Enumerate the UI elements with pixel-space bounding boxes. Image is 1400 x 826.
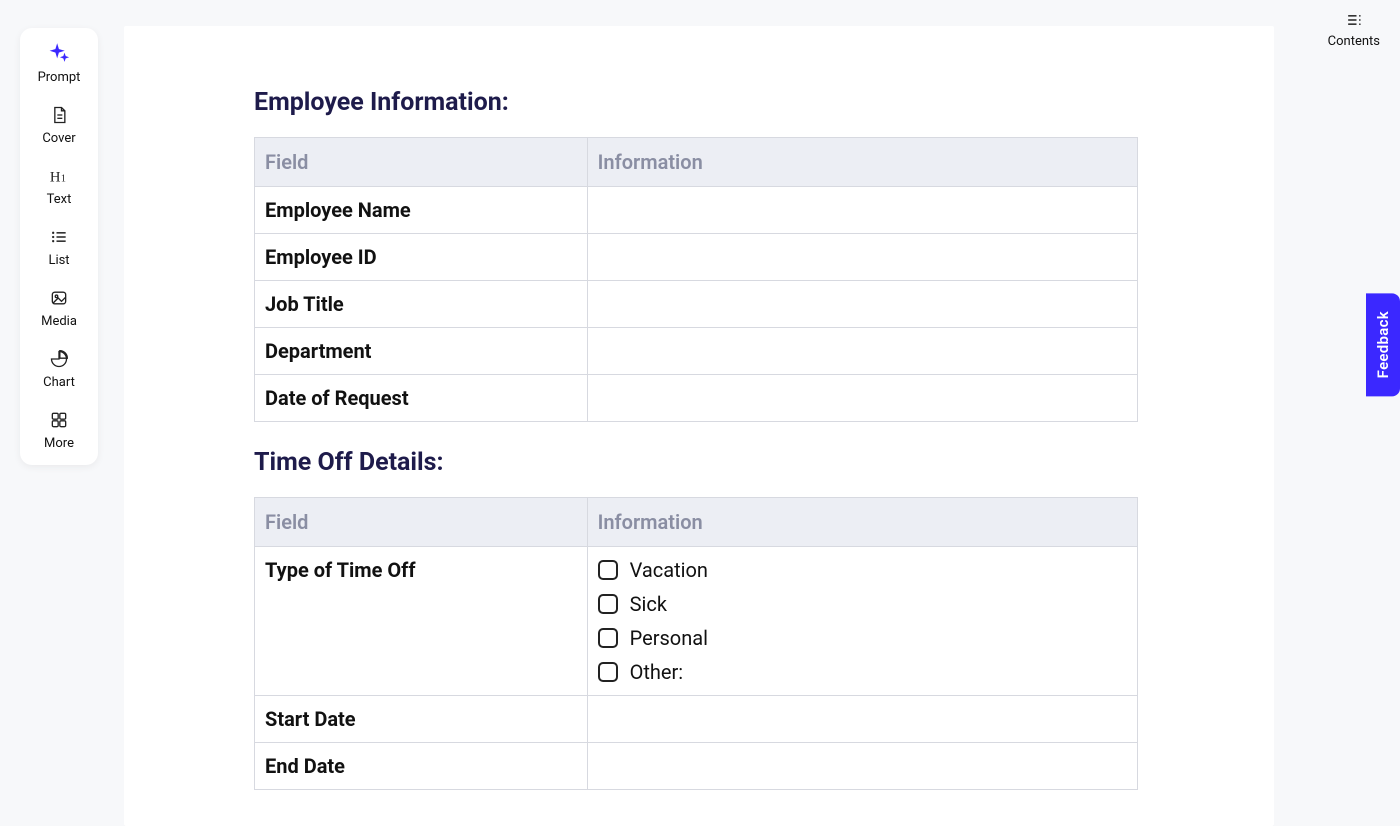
- table-header-field: Field: [255, 138, 588, 187]
- checkbox-label: Other:: [630, 660, 684, 684]
- piechart-icon: [47, 347, 71, 371]
- info-cell[interactable]: [587, 696, 1137, 743]
- table-header-information: Information: [587, 138, 1137, 187]
- table-row[interactable]: End Date: [255, 743, 1138, 790]
- info-cell[interactable]: [587, 328, 1137, 375]
- toolbar-item-text[interactable]: H 1 Text: [26, 164, 92, 207]
- toc-icon: [1342, 8, 1366, 32]
- table-row[interactable]: Department: [255, 328, 1138, 375]
- field-cell: Job Title: [255, 281, 588, 328]
- toolbar-label: Text: [47, 192, 72, 207]
- image-icon: [47, 286, 71, 310]
- checkbox-icon[interactable]: [598, 662, 618, 682]
- field-cell: Employee ID: [255, 234, 588, 281]
- checkbox-label: Sick: [630, 592, 667, 616]
- toolbar-label: Media: [41, 314, 77, 329]
- table-row[interactable]: Employee Name: [255, 187, 1138, 234]
- table-row[interactable]: Date of Request: [255, 375, 1138, 422]
- sparkle-icon: [47, 42, 71, 66]
- field-cell: Date of Request: [255, 375, 588, 422]
- field-cell: Start Date: [255, 696, 588, 743]
- table-header-information: Information: [587, 498, 1137, 547]
- checkbox-option[interactable]: Sick: [598, 592, 1127, 616]
- table-row[interactable]: Start Date: [255, 696, 1138, 743]
- info-cell[interactable]: [587, 375, 1137, 422]
- table-row[interactable]: Type of Time Off Vacation Sick Personal Othe…: [255, 547, 1138, 696]
- checkbox-option[interactable]: Other:: [598, 660, 1127, 684]
- toolbar-label: Chart: [43, 375, 75, 390]
- contents-button[interactable]: Contents: [1328, 8, 1380, 49]
- toolbar-label: More: [44, 436, 74, 451]
- info-cell[interactable]: [587, 234, 1137, 281]
- info-cell: Vacation Sick Personal Other:: [587, 547, 1137, 696]
- checkbox-option[interactable]: Vacation: [598, 558, 1127, 582]
- employee-info-table: Field Information Employee NameEmployee …: [254, 137, 1138, 422]
- grid-icon: [47, 408, 71, 432]
- heading-icon: H 1: [47, 164, 71, 188]
- checkbox-icon[interactable]: [598, 560, 618, 580]
- toolbar-item-chart[interactable]: Chart: [26, 347, 92, 390]
- document-canvas: Employee Information: Field Information …: [124, 26, 1274, 826]
- info-cell[interactable]: [587, 281, 1137, 328]
- toolbar-item-media[interactable]: Media: [26, 286, 92, 329]
- timeoff-table: Field Information Type of Time OffVacati…: [254, 497, 1138, 790]
- svg-text:H: H: [50, 170, 61, 186]
- toolbar-label: Cover: [42, 131, 75, 146]
- checkbox-label: Personal: [630, 626, 708, 650]
- toolbar-item-cover[interactable]: Cover: [26, 103, 92, 146]
- section-title-timeoff: Time Off Details:: [254, 448, 1144, 477]
- toolbar-item-more[interactable]: More: [26, 408, 92, 451]
- toolbar-item-prompt[interactable]: Prompt: [26, 42, 92, 85]
- field-cell: Type of Time Off: [255, 547, 588, 696]
- feedback-button[interactable]: Feedback: [1366, 293, 1400, 396]
- checkbox-icon[interactable]: [598, 594, 618, 614]
- info-cell[interactable]: [587, 187, 1137, 234]
- toolbar-label: Prompt: [38, 70, 81, 85]
- toolbar-label: List: [48, 253, 69, 268]
- toolbar-item-list[interactable]: List: [26, 225, 92, 268]
- info-cell[interactable]: [587, 743, 1137, 790]
- table-row[interactable]: Employee ID: [255, 234, 1138, 281]
- checkbox-icon[interactable]: [598, 628, 618, 648]
- table-header-field: Field: [255, 498, 588, 547]
- field-cell: Department: [255, 328, 588, 375]
- list-icon: [47, 225, 71, 249]
- contents-label: Contents: [1328, 34, 1380, 49]
- field-cell: End Date: [255, 743, 588, 790]
- section-title-employee-info: Employee Information:: [254, 88, 1144, 117]
- left-toolbar: Prompt Cover H 1 Text: [20, 28, 98, 465]
- checkbox-option[interactable]: Personal: [598, 626, 1127, 650]
- checkbox-label: Vacation: [630, 558, 708, 582]
- table-row[interactable]: Job Title: [255, 281, 1138, 328]
- svg-text:1: 1: [61, 174, 66, 185]
- field-cell: Employee Name: [255, 187, 588, 234]
- page-icon: [47, 103, 71, 127]
